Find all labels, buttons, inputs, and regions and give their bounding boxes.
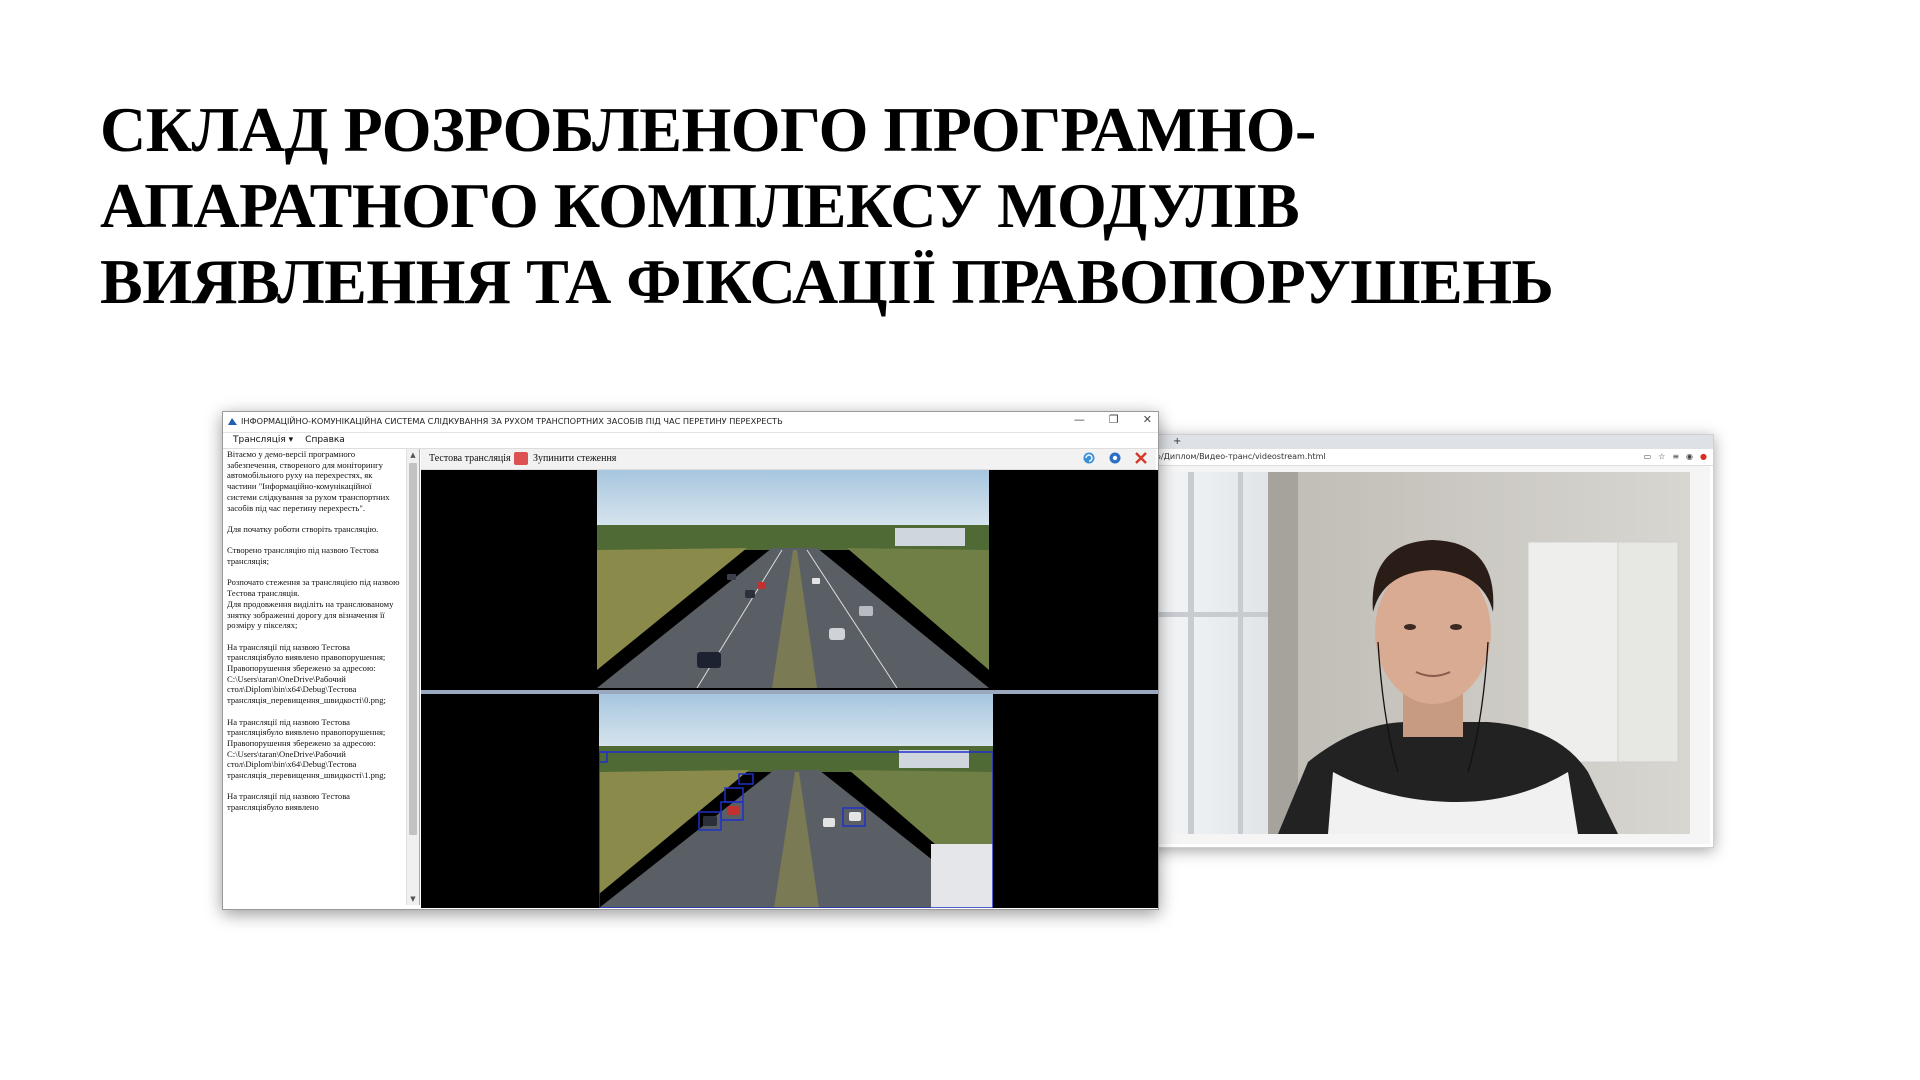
log-scrollbar[interactable]: ▲ ▼ <box>406 449 419 905</box>
stop-icon[interactable] <box>514 452 528 465</box>
video-area <box>421 470 1158 908</box>
log-entry: На трансляції під назвою Тестова трансля… <box>227 641 386 706</box>
cast-icon[interactable]: ▭ <box>1644 451 1652 463</box>
extensions-icon[interactable]: ≡ <box>1672 451 1679 463</box>
refresh-icon[interactable] <box>1082 451 1096 465</box>
settings-icon[interactable] <box>1108 451 1122 465</box>
toolbar-icons <box>1082 451 1148 465</box>
star-icon[interactable]: ☆ <box>1658 451 1665 463</box>
title-bar[interactable]: ІНФОРМАЦІЙНО-КОМУНІКАЦІЙНА СИСТЕМА СЛІДК… <box>223 412 1158 433</box>
slide-title-line: ВИЯВЛЕННЯ ТА ФІКСАЦІЇ ПРАВОПОРУШЕНЬ <box>100 246 1554 317</box>
slide-title-line: АПАРАТНОГО КОМПЛЕКСУ МОДУЛІВ <box>100 170 1300 241</box>
log-entry: Розпочато стеження за трансляцією під на… <box>227 577 400 631</box>
minimize-button[interactable]: — <box>1074 413 1085 426</box>
restore-button[interactable]: ❐ <box>1109 413 1119 426</box>
slide-title: СКЛАД РОЗРОБЛЕНОГО ПРОГРАМНО- АПАРАТНОГО… <box>100 92 1780 320</box>
app-icon <box>228 418 237 425</box>
window-title: ІНФОРМАЦІЙНО-КОМУНІКАЦІЙНА СИСТЕМА СЛІДК… <box>241 416 783 426</box>
browser-address-bar[interactable]: ...№/Диплом/Видео-транс/videostream.html… <box>1141 449 1713 466</box>
menu-help[interactable]: Справка <box>305 433 345 448</box>
menu-icon[interactable]: ● <box>1700 451 1707 463</box>
webcam-frame-image <box>1158 472 1690 834</box>
log-entry: На трансляції під назвою Тестова трансля… <box>227 791 350 813</box>
close-window-button[interactable]: ✕ <box>1143 413 1152 426</box>
log-text: Вітаємо у демо-версії програмного забезп… <box>227 449 403 905</box>
browser-toolbar-icons: ▭ ☆ ≡ ◉ ● <box>1644 451 1707 463</box>
menu-bar: Трансляція ▾ Справка <box>223 433 1158 449</box>
log-entry: Вітаємо у демо-версії програмного забезп… <box>227 449 390 513</box>
menu-stream[interactable]: Трансляція ▾ <box>233 433 293 448</box>
scroll-thumb[interactable] <box>409 463 417 835</box>
stream-tab[interactable]: Тестова трансляція <box>429 453 511 464</box>
log-entry: На трансляції під назвою Тестова трансля… <box>227 716 386 781</box>
new-tab-button[interactable]: + <box>1173 435 1181 449</box>
webcam-video <box>1158 472 1690 834</box>
stream-toolbar: Тестова трансляція Зупинити стеження <box>421 449 1156 470</box>
browser-page <box>1142 466 1710 844</box>
close-icon[interactable] <box>1134 451 1148 465</box>
highway-detections-image <box>599 694 993 908</box>
account-icon[interactable]: ◉ <box>1686 451 1693 463</box>
scroll-up-arrow[interactable]: ▲ <box>407 449 419 461</box>
menu-stream-label: Трансляція <box>233 435 286 445</box>
highway-image <box>597 470 989 688</box>
chevron-down-icon: ▾ <box>288 435 294 445</box>
original-video-frame <box>597 470 989 688</box>
scroll-down-arrow[interactable]: ▼ <box>407 893 419 905</box>
browser-tab-strip: + <box>1141 435 1713 449</box>
window-controls: — ❐ ✕ <box>1074 413 1152 426</box>
app-window: ІНФОРМАЦІЙНО-КОМУНІКАЦІЙНА СИСТЕМА СЛІДК… <box>222 411 1159 910</box>
stop-tracking-button[interactable]: Зупинити стеження <box>533 453 616 464</box>
log-entry: Для початку роботи створіть трансляцію. <box>227 523 379 534</box>
log-entry: Створено трансляцію під назвою Тестова т… <box>227 545 379 566</box>
slide-title-line: СКЛАД РОЗРОБЛЕНОГО ПРОГРАМНО- <box>100 94 1316 165</box>
url-text[interactable]: ...№/Диплом/Видео-транс/videostream.html <box>1145 451 1326 463</box>
log-panel: Вітаємо у демо-версії програмного забезп… <box>225 449 420 905</box>
processed-video-frame <box>599 694 993 908</box>
browser-window: + ...№/Диплом/Видео-транс/videostream.ht… <box>1140 434 1714 848</box>
